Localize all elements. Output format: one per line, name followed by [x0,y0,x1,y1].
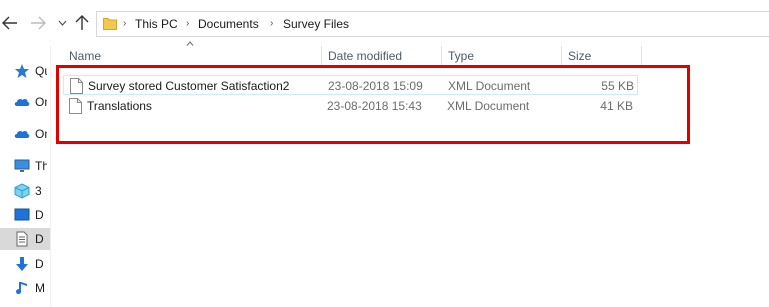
folder-icon [103,18,117,30]
nav-item-label: On [35,95,47,109]
nav-item-3d-objects[interactable]: 3 [0,180,50,202]
column-header-date-modified[interactable]: Date modified [322,46,442,66]
column-header-label: Type [448,49,475,63]
recent-locations-chevron-icon[interactable] [56,14,68,32]
nav-item-label: D [35,232,44,246]
breadcrumb-separator: › [270,18,274,29]
breadcrumb-this-pc[interactable]: This PC [135,16,178,32]
nav-item-onedrive[interactable]: On [0,91,50,113]
music-icon [16,282,27,295]
nav-item-this-pc[interactable]: Th [0,155,50,177]
column-header-label: Name [69,49,102,63]
column-header-label: Size [568,49,592,63]
nav-item-label: Qu [35,64,47,78]
nav-item-label: D [35,208,44,222]
nav-item-downloads[interactable]: D [0,253,50,275]
back-arrow-icon[interactable] [2,14,18,32]
address-bar[interactable]: › This PC › Documents › Survey Files [96,11,769,37]
column-header-name[interactable]: Name [63,46,322,66]
monitor-icon [14,159,30,172]
breadcrumb-separator: › [123,18,127,29]
address-toolbar: › This PC › Documents › Survey Files [0,0,769,46]
download-icon [16,257,28,271]
nav-item-label: D [35,257,44,271]
cube-3d-icon [14,183,30,199]
column-header-size[interactable]: Size [562,46,642,66]
forward-arrow-icon[interactable] [30,14,46,32]
column-header-type[interactable]: Type [442,46,562,66]
nav-item-music[interactable]: M [0,277,50,299]
nav-item-label: On [35,127,47,141]
pane-divider[interactable] [50,46,51,307]
nav-item-onedrive-2[interactable]: On [0,123,50,145]
breadcrumb-survey-files[interactable]: Survey Files [283,16,349,32]
nav-item-quick-access[interactable]: Qu [0,60,50,82]
nav-item-documents[interactable]: D [0,228,50,250]
nav-item-label: 3 [35,184,42,198]
column-header-label: Date modified [328,49,403,63]
breadcrumb-separator: › [186,18,190,29]
nav-item-label: Th [35,159,47,173]
up-arrow-icon[interactable] [74,14,90,32]
breadcrumb-documents[interactable]: Documents [198,16,259,32]
desktop-icon [14,208,30,221]
nav-item-desktop[interactable]: D [0,204,50,226]
star-icon [15,64,29,78]
navigation-pane: Qu On On Th 3 D D D M [0,46,50,307]
cloud-icon [14,98,30,106]
nav-item-label: M [35,281,45,295]
cloud-icon [14,130,30,138]
document-icon [16,231,28,247]
highlight-annotation-box [56,65,690,144]
